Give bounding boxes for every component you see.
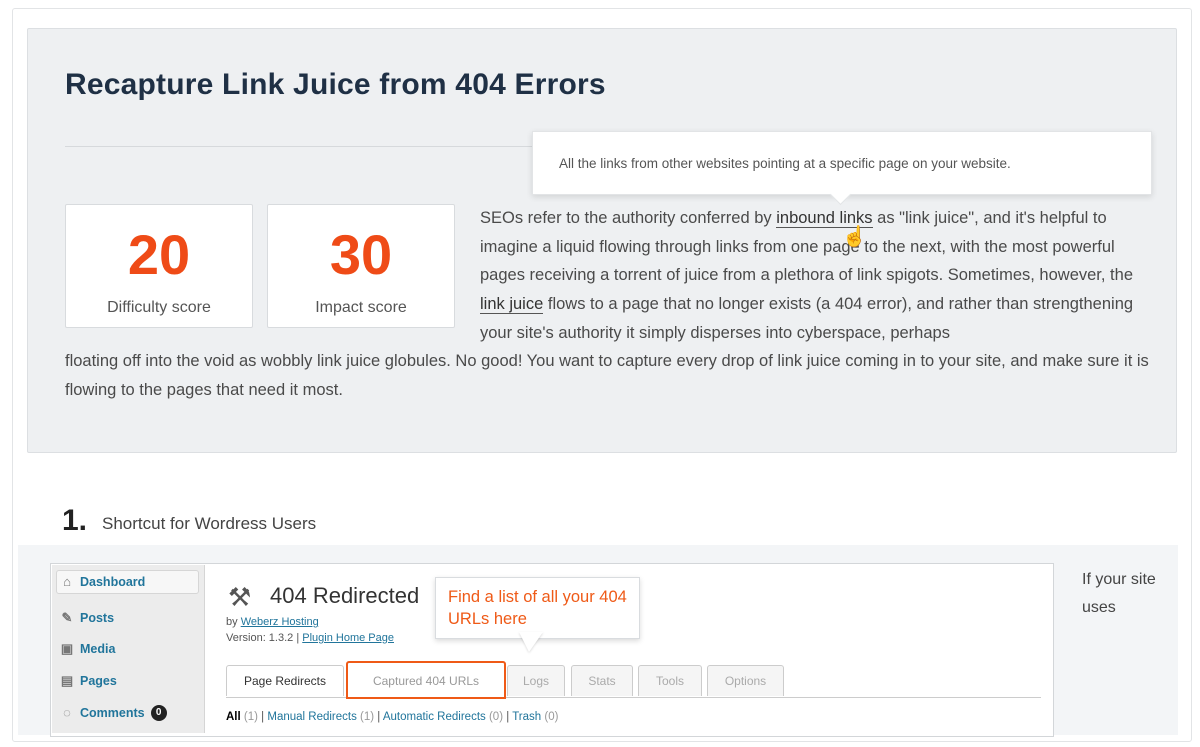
dashboard-icon: ⌂ [63,574,71,589]
difficulty-score-label: Difficulty score [107,299,211,316]
link-juice-term[interactable]: link juice [480,295,544,315]
plugin-version-line: Version: 1.3.2 | Plugin Home Page [226,632,394,644]
version-text: Version: 1.3.2 | [226,632,303,644]
wp-menu-dashboard[interactable]: ⌂ Dashboard [56,570,199,594]
plugin-author-line: by Weberz Hosting [226,616,319,628]
divider [65,146,535,147]
difficulty-score-card: 20 Difficulty score [65,204,253,328]
tab-tools[interactable]: Tools [638,665,702,696]
wp-menu-label: Comments [80,706,145,720]
article-paragraph: SEOs refer to the authority conferred by… [480,204,1140,348]
wp-menu-comments[interactable]: ◌ Comments 0 [60,705,167,721]
filter-count: (1) [360,711,375,723]
side-note-text: If your site uses [1082,571,1156,616]
tab-stats[interactable]: Stats [571,665,633,696]
filter-manual-redirects[interactable]: Manual Redirects [267,711,356,723]
tab-logs[interactable]: Logs [507,665,565,696]
pin-icon: ✎ [61,610,73,625]
page-title: Recapture Link Juice from 404 Errors [65,68,606,101]
plugin-author-link[interactable]: Weberz Hosting [241,616,319,628]
wp-menu-pages[interactable]: ▤ Pages [60,673,117,689]
filter-all[interactable]: All [226,711,241,723]
wp-menu-label: Media [80,642,116,656]
hand-cursor-icon: ☝ [842,226,867,248]
tab-options[interactable]: Options [707,665,784,696]
wp-menu-label: Posts [80,611,115,625]
comment-icon: ◌ [63,705,71,720]
plugin-title: 404 Redirected [270,583,420,608]
callout-pointer [519,632,543,652]
tab-page-redirects[interactable]: Page Redirects [226,665,344,696]
tools-icon: ⚒ [228,582,252,612]
filter-count: (1) [243,711,258,723]
wp-menu-label: Dashboard [80,575,146,589]
filter-automatic-redirects[interactable]: Automatic Redirects [383,711,486,723]
by-prefix: by [226,616,241,628]
pages-icon: ▤ [60,673,74,688]
paragraph-text: flows to a page that no longer exists (a… [480,295,1134,342]
filter-count: (0) [488,711,504,723]
media-icon: ▣ [60,641,74,656]
comments-count-badge: 0 [150,705,167,721]
impact-score-card: 30 Impact score [267,204,455,328]
filter-trash[interactable]: Trash [512,711,541,723]
definition-tooltip: All the links from other websites pointi… [532,131,1152,195]
tab-captured-404-urls[interactable]: Captured 404 URLs [346,661,506,699]
wp-menu-posts[interactable]: ✎ Posts [60,610,115,626]
wp-menu-media[interactable]: ▣ Media [60,641,116,657]
filter-count: (0) [544,711,559,723]
step-number: 1. [62,504,88,537]
impact-score-label: Impact score [315,299,407,316]
callout-tooltip: Find a list of all your 404 URLs here [435,577,640,639]
impact-score-value: 30 [329,223,393,286]
plugin-home-link[interactable]: Plugin Home Page [302,632,394,644]
wp-menu-label: Pages [80,674,117,688]
filter-links: All (1) | Manual Redirects (1) | Automat… [226,711,559,723]
difficulty-score-value: 20 [127,223,191,286]
step-title: Shortcut for Wordress Users [102,514,317,533]
article-paragraph-continued: floating off into the void as wobbly lin… [65,352,1149,399]
paragraph-text: SEOs refer to the authority conferred by [480,209,777,227]
